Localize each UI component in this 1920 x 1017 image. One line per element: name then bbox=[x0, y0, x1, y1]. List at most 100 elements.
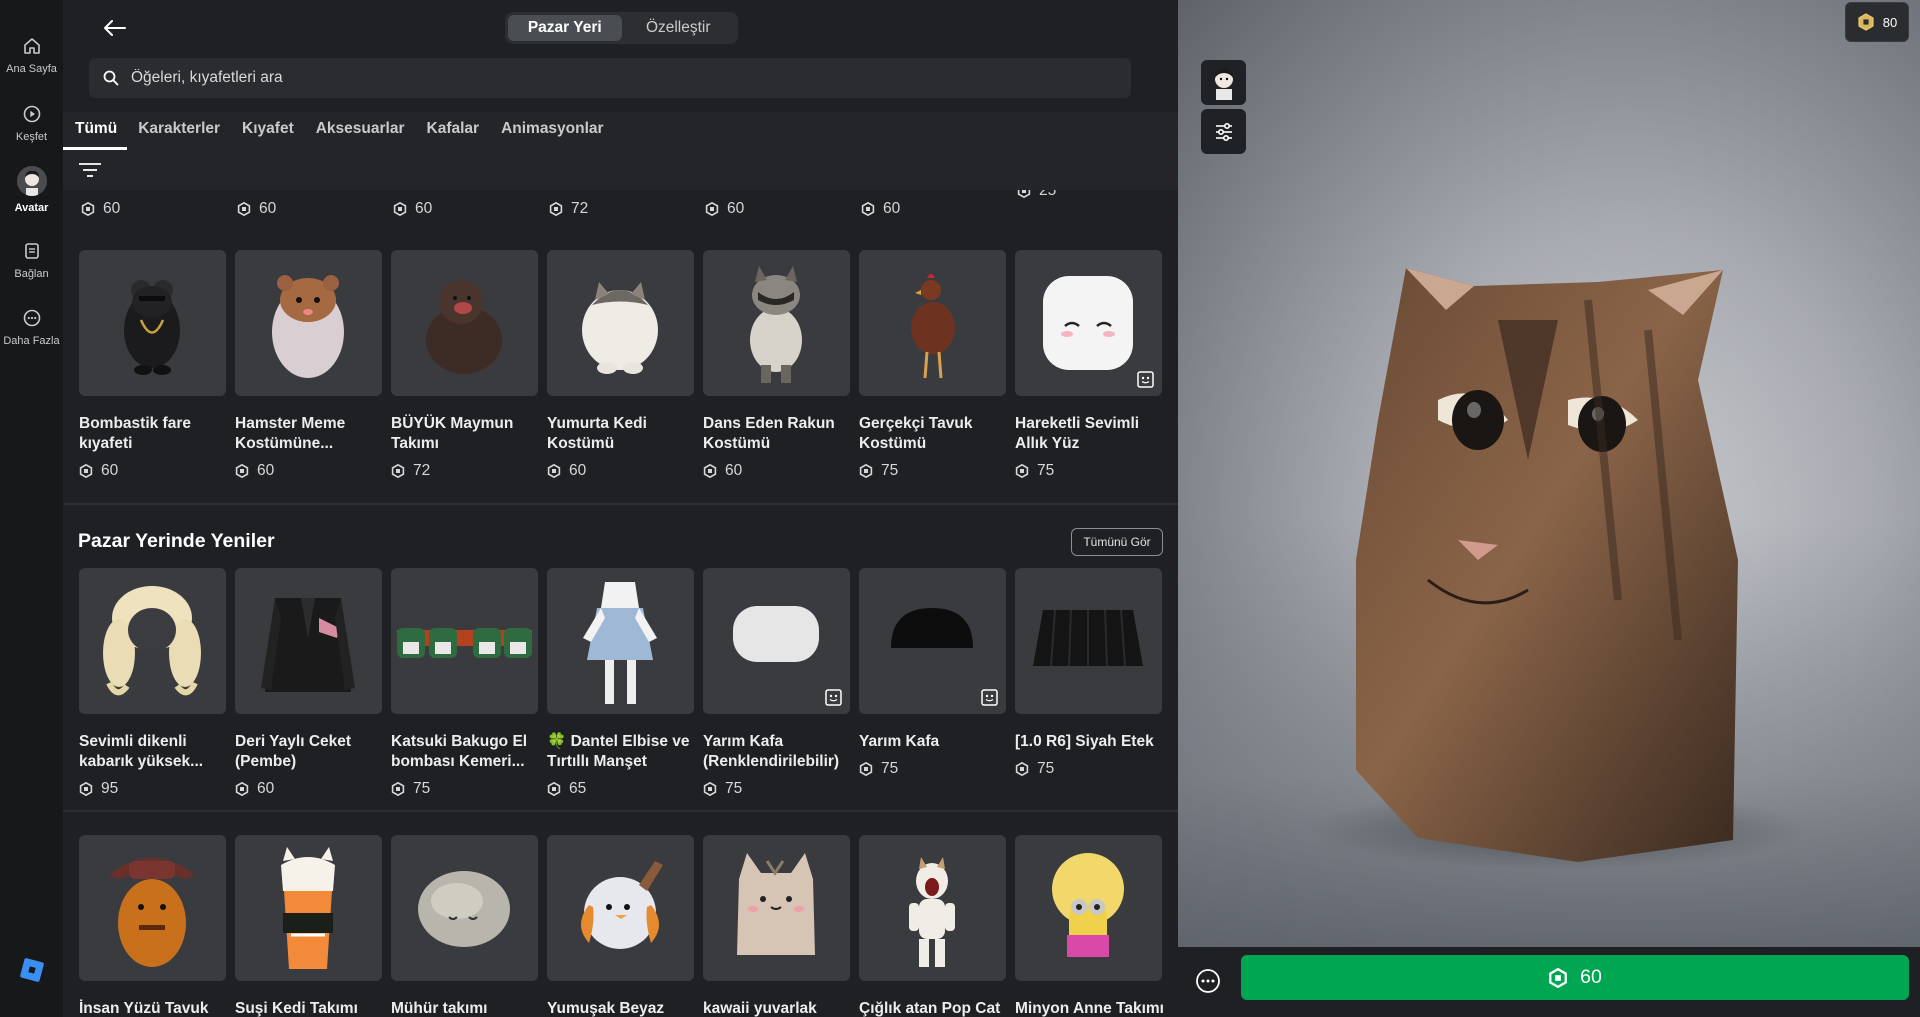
item-thumbnail[interactable] bbox=[1015, 250, 1162, 396]
item-card[interactable]: Yarım Kafa 75 bbox=[859, 568, 1006, 778]
item-card[interactable]: Bombastik fare kıyafeti 60 bbox=[79, 250, 226, 480]
buy-price: 60 bbox=[1580, 966, 1602, 988]
section-title: Pazar Yerinde Yeniler bbox=[78, 530, 275, 552]
item-card[interactable]: Yarım Kafa (Renklendirilebilir) 75 bbox=[703, 568, 850, 798]
item-thumbnail[interactable] bbox=[547, 250, 694, 396]
roblox-logo-icon[interactable] bbox=[20, 958, 44, 982]
item-thumbnail[interactable] bbox=[859, 250, 1006, 396]
see-all-button[interactable]: Tümünü Gör bbox=[1071, 528, 1163, 556]
nav-item-connect[interactable]: Bağlan bbox=[0, 240, 63, 280]
item-name: Yarım Kafa (Renklendirilebilir) bbox=[703, 733, 840, 770]
back-button[interactable] bbox=[101, 14, 129, 42]
item-card[interactable]: Katsuki Bakugo El bombası Kemeri... 75 bbox=[391, 568, 538, 798]
item-card[interactable]: Mühür takımı bbox=[391, 835, 538, 1017]
filter-row bbox=[63, 150, 1178, 190]
item-card[interactable]: 🍀 Dantel Elbise ve Tırtıllı Manşet 65 bbox=[547, 568, 694, 798]
more-icon bbox=[1196, 969, 1220, 993]
item-card[interactable]: BÜYÜK Maymun Takımı 72 bbox=[391, 250, 538, 480]
tab-customize[interactable]: Özelleştir bbox=[622, 15, 736, 41]
item-price: 75 bbox=[859, 462, 1006, 480]
tab-animations[interactable]: Animasyonlar bbox=[490, 112, 615, 150]
item-card[interactable]: Minyon Anne Takımı bbox=[1015, 835, 1164, 1017]
item-thumbnail[interactable] bbox=[703, 250, 850, 396]
item-card[interactable]: İnsan Yüzü Tavuk Nugget V2 bbox=[79, 835, 226, 1017]
robux-icon bbox=[1549, 967, 1567, 988]
item-thumbnail[interactable] bbox=[391, 835, 538, 981]
item-card[interactable]: [1.0 R6] Siyah Etek 75 bbox=[1015, 568, 1162, 778]
item-thumbnail[interactable] bbox=[79, 835, 226, 981]
dynamic-head-icon bbox=[981, 689, 998, 706]
item-thumbnail[interactable] bbox=[1015, 835, 1162, 981]
item-thumbnail[interactable] bbox=[235, 568, 382, 714]
item-thumbnail[interactable] bbox=[547, 835, 694, 981]
tab-clothing[interactable]: Kıyafet bbox=[231, 112, 305, 150]
item-thumbnail[interactable] bbox=[235, 835, 382, 981]
top-bar: Pazar Yeri Özelleştir bbox=[63, 0, 1178, 56]
item-name: Katsuki Bakugo El bombası Kemeri... bbox=[391, 733, 528, 770]
item-thumbnail[interactable] bbox=[79, 250, 226, 396]
item-thumbnail[interactable] bbox=[79, 568, 226, 714]
nav-item-discover[interactable]: Keşfet bbox=[0, 103, 63, 143]
item-name: Yumurta Kedi Kostümü bbox=[547, 415, 647, 452]
robux-icon bbox=[393, 202, 407, 216]
search-icon bbox=[103, 70, 119, 86]
item-thumbnail[interactable] bbox=[391, 568, 538, 714]
settings-sliders-button[interactable] bbox=[1201, 109, 1246, 154]
item-card[interactable]: Hamster Meme Kostümüne... 60 bbox=[235, 250, 382, 480]
tab-accessories[interactable]: Aksesuarlar bbox=[305, 112, 416, 150]
robux-icon bbox=[859, 464, 873, 478]
nav-item-avatar[interactable]: Avatar bbox=[0, 166, 63, 214]
item-card[interactable]: Sevimli dikenli kabarık yüksek... 95 bbox=[79, 568, 226, 798]
tab-heads[interactable]: Kafalar bbox=[416, 112, 491, 150]
nav-label: Bağlan bbox=[14, 268, 49, 280]
filter-icon[interactable] bbox=[77, 158, 103, 182]
robux-balance[interactable]: 80 bbox=[1845, 2, 1909, 42]
search-input[interactable] bbox=[131, 69, 1081, 87]
tab-characters[interactable]: Karakterler bbox=[127, 112, 231, 150]
item-thumbnail[interactable] bbox=[1015, 568, 1162, 714]
item-card[interactable]: Suşi Kedi Takımı bbox=[235, 835, 382, 1017]
item-card[interactable]: kawaii yuvarlak kedicik kıyafeti bbox=[703, 835, 850, 1017]
item-card[interactable]: Gerçekçi Tavuk Kostümü 75 bbox=[859, 250, 1006, 480]
item-price: 60 bbox=[235, 780, 382, 798]
item-thumbnail[interactable] bbox=[859, 835, 1006, 981]
item-price: 75 bbox=[859, 760, 1006, 778]
item-thumbnail[interactable] bbox=[235, 250, 382, 396]
nav-label: Ana Sayfa bbox=[6, 63, 57, 75]
nav-item-home[interactable]: Ana Sayfa bbox=[0, 35, 63, 75]
item-price: 60 bbox=[79, 462, 226, 480]
item-thumbnail[interactable] bbox=[703, 568, 850, 714]
tab-marketplace[interactable]: Pazar Yeri bbox=[508, 15, 622, 41]
buy-button[interactable]: 60 bbox=[1241, 955, 1909, 1000]
item-price: 60 bbox=[81, 200, 120, 218]
robux-icon bbox=[235, 464, 249, 478]
nav-item-more[interactable]: Daha Fazla bbox=[0, 307, 63, 347]
avatar-thumbnail-button[interactable] bbox=[1201, 60, 1246, 105]
item-price: 72 bbox=[549, 200, 588, 218]
item-thumbnail[interactable] bbox=[703, 835, 850, 981]
item-card[interactable]: Yumuşak Beyaz Kuş Takımı bbox=[547, 835, 694, 1017]
item-card[interactable]: Dans Eden Rakun Kostümü 60 bbox=[703, 250, 850, 480]
robux-icon bbox=[81, 202, 95, 216]
robux-icon bbox=[79, 782, 93, 796]
avatar-preview[interactable] bbox=[1178, 0, 1920, 947]
purchase-bar: 60 bbox=[1178, 947, 1920, 1017]
item-card[interactable]: Çığlık atan Pop Cat Suit Peluş Kostüm bbox=[859, 835, 1006, 1017]
robux-icon bbox=[1015, 762, 1029, 776]
item-thumbnail[interactable] bbox=[391, 250, 538, 396]
item-thumbnail[interactable] bbox=[547, 568, 694, 714]
item-price: 60 bbox=[861, 200, 900, 218]
tab-all[interactable]: Tümü bbox=[63, 112, 128, 150]
item-card[interactable]: Deri Yaylı Ceket (Pembe) 60 bbox=[235, 568, 382, 798]
item-price: 60 bbox=[235, 462, 382, 480]
item-card[interactable]: Hareketli Sevimli Allık Yüz 75 bbox=[1015, 250, 1162, 480]
more-options-button[interactable] bbox=[1194, 967, 1222, 995]
item-price: 60 bbox=[703, 462, 850, 480]
item-thumbnail[interactable] bbox=[859, 568, 1006, 714]
robux-icon bbox=[235, 782, 249, 796]
robux-icon bbox=[391, 782, 405, 796]
dynamic-head-icon bbox=[1137, 371, 1154, 388]
item-card[interactable]: Yumurta Kedi Kostümü 60 bbox=[547, 250, 694, 480]
item-price: 60 bbox=[237, 200, 276, 218]
item-name: Yarım Kafa bbox=[859, 733, 940, 750]
